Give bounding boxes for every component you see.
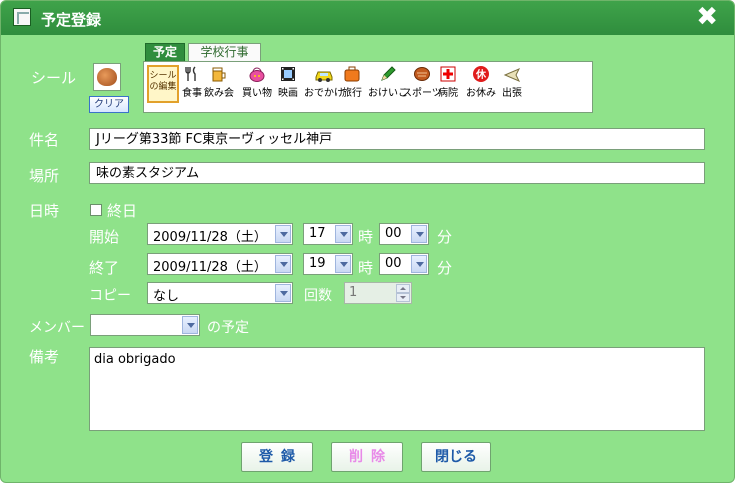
chevron-down-icon — [335, 255, 351, 273]
chevron-down-icon — [411, 255, 427, 273]
memo-label: 備考 — [29, 348, 60, 366]
place-label: 場所 — [29, 167, 60, 185]
place-input[interactable]: 味の素スタジアム — [89, 162, 705, 184]
tab-schedule[interactable]: 予定 — [145, 43, 185, 62]
datetime-label: 日時 — [29, 202, 60, 220]
seal-item-rest[interactable]: 休 お休み — [466, 65, 496, 99]
end-minute-select[interactable]: 00 — [379, 253, 429, 275]
car-icon — [315, 71, 333, 82]
hospital-cross-icon — [440, 66, 456, 82]
rest-badge-icon: 休 — [473, 66, 489, 82]
chevron-down-icon — [335, 225, 351, 243]
end-hour-unit: 時 — [358, 259, 374, 277]
shopping-bag-icon — [249, 67, 265, 82]
seal-item-travel[interactable]: 旅行 — [342, 65, 362, 99]
subject-input[interactable]: Jリーグ第33節 FC東京ーヴィッセル神戸 — [89, 128, 705, 150]
calendar-icon — [13, 8, 31, 26]
chevron-down-icon — [275, 284, 291, 302]
member-select[interactable] — [90, 314, 200, 336]
seal-preview — [93, 63, 121, 91]
seal-palette: シールの編集 食事 飲み会 買い物 映画 おでかけ 旅行 おけいこ スポーツ 病… — [143, 61, 593, 113]
allday-label: 終日 — [107, 202, 138, 220]
copy-select[interactable]: なし — [147, 282, 293, 304]
start-label: 開始 — [89, 228, 120, 246]
seal-label: シール — [31, 69, 77, 87]
start-date-select[interactable]: 2009/11/28（土） — [147, 223, 293, 245]
start-minute-unit: 分 — [437, 228, 453, 246]
svg-text:休: 休 — [475, 68, 487, 81]
airplane-icon — [503, 68, 521, 82]
delete-button[interactable]: 削除 — [331, 442, 403, 472]
film-icon — [281, 67, 295, 81]
end-label: 終了 — [89, 259, 120, 277]
seal-item-movie[interactable]: 映画 — [278, 65, 298, 99]
pencil-icon — [381, 66, 396, 81]
register-button[interactable]: 登録 — [241, 442, 313, 472]
end-hour-select[interactable]: 19 — [303, 253, 353, 275]
memo-textarea[interactable]: dia obrigado — [89, 347, 705, 431]
start-hour-select[interactable]: 17 — [303, 223, 353, 245]
glove-icon — [97, 68, 117, 86]
end-minute-unit: 分 — [437, 259, 453, 277]
seal-item-shopping[interactable]: 買い物 — [242, 65, 272, 99]
title-bar[interactable]: 予定登録 ✖ — [1, 1, 734, 35]
chevron-down-icon — [411, 225, 427, 243]
seal-item-hospital[interactable]: 病院 — [438, 65, 458, 99]
seal-item-drinking[interactable]: 飲み会 — [204, 65, 234, 99]
glove-icon — [413, 67, 430, 81]
chevron-down-icon[interactable] — [396, 293, 410, 302]
close-button[interactable]: 閉じる — [421, 442, 491, 472]
close-icon[interactable]: ✖ — [696, 4, 718, 30]
subject-label: 件名 — [29, 131, 60, 149]
schedule-dialog: 予定登録 ✖ シール クリア 予定 学校行事 シールの編集 食事 飲み会 買い物… — [0, 0, 735, 483]
seal-item-outing[interactable]: おでかけ — [304, 65, 344, 99]
tab-school-events[interactable]: 学校行事 — [188, 43, 261, 62]
dialog-title: 予定登録 — [41, 11, 102, 29]
beer-icon — [212, 67, 226, 82]
copy-count-stepper[interactable]: 1 — [344, 282, 412, 304]
chevron-down-icon — [182, 316, 198, 334]
suitcase-icon — [344, 66, 360, 82]
seal-item-sports[interactable]: スポーツ — [402, 65, 442, 99]
start-minute-select[interactable]: 00 — [379, 223, 429, 245]
member-suffix: の予定 — [207, 320, 249, 336]
member-label: メンバー — [29, 320, 85, 336]
seal-item-business-trip[interactable]: 出張 — [502, 65, 522, 99]
chevron-down-icon — [275, 225, 291, 243]
chevron-up-icon[interactable] — [396, 284, 410, 293]
seal-item-meal[interactable]: 食事 — [182, 65, 202, 99]
edit-seal-button[interactable]: シールの編集 — [147, 65, 179, 103]
allday-checkbox[interactable] — [90, 204, 102, 216]
clear-seal-button[interactable]: クリア — [89, 96, 129, 113]
fork-knife-icon — [185, 66, 196, 81]
start-hour-unit: 時 — [358, 228, 374, 246]
chevron-down-icon — [275, 255, 291, 273]
copy-count-label: 回数 — [304, 288, 332, 304]
end-date-select[interactable]: 2009/11/28（土） — [147, 253, 293, 275]
copy-label: コピー — [89, 288, 131, 304]
